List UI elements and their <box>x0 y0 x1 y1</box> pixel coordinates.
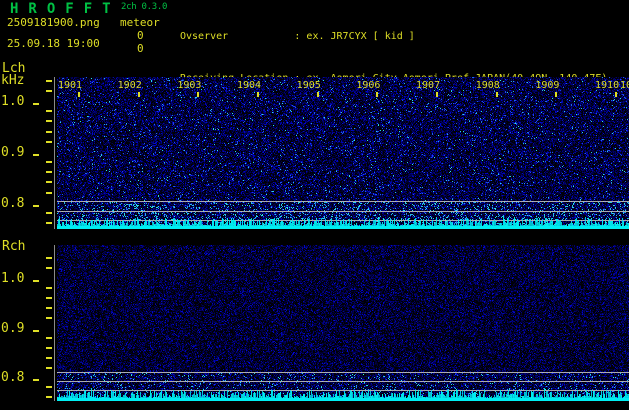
freq-minor-tick <box>46 367 52 369</box>
rch-axis-line <box>54 245 55 401</box>
freq-major-tick <box>33 330 39 332</box>
freq-minor-tick <box>46 357 52 359</box>
time-label: 1904 <box>237 80 262 91</box>
lch-spectrogram <box>57 77 629 229</box>
meteor-mode-label: meteor <box>120 16 160 29</box>
freq-minor-tick <box>46 267 52 269</box>
time-label: 1907 <box>416 80 441 91</box>
rch-spectrogram <box>57 245 629 401</box>
version-label: 2ch 0.3.0 <box>121 2 168 12</box>
freq-minor-tick <box>46 110 52 112</box>
freq-label: 0.8 <box>1 196 25 211</box>
time-label: 1901 <box>58 80 83 91</box>
time-tick <box>555 92 558 97</box>
freq-minor-tick <box>46 171 52 173</box>
freq-minor-tick <box>46 386 52 388</box>
info-line-observer: Ovserver : ex. JR7CYX [ kid ] <box>180 31 415 42</box>
time-tick <box>137 92 140 97</box>
freq-major-tick <box>33 103 39 105</box>
freq-label: 1.0 <box>1 271 25 286</box>
freq-minor-tick <box>46 307 52 309</box>
freq-minor-tick <box>46 396 52 398</box>
freq-minor-tick <box>46 120 52 122</box>
freq-minor-tick <box>46 80 52 82</box>
time-tick <box>436 92 439 97</box>
time-tick <box>257 92 259 97</box>
time-label: 1909 <box>535 80 560 91</box>
hrofft-output-image: HROFFT 2ch 0.3.0 2509181900.png meteor 0… <box>0 0 629 410</box>
freq-major-tick <box>33 154 39 156</box>
time-label: 1903 <box>177 80 202 91</box>
khz-unit-label: kHz <box>1 73 25 88</box>
freq-minor-tick <box>46 297 52 299</box>
time-tick <box>376 92 379 97</box>
freq-major-tick <box>33 379 39 381</box>
freq-minor-tick <box>46 141 52 143</box>
time-tick <box>316 92 319 97</box>
freq-minor-tick <box>46 317 52 319</box>
freq-minor-tick <box>46 212 52 214</box>
time-tick <box>495 92 498 97</box>
freq-minor-tick <box>46 192 52 194</box>
meteor-count-lch: 0 <box>137 29 144 42</box>
timestamp: 25.09.18 19:00 <box>7 37 100 50</box>
time-label-clipped: 10 <box>620 80 629 91</box>
time-label: 1902 <box>117 80 142 91</box>
freq-label: 0.9 <box>1 321 25 336</box>
time-label: 1905 <box>296 80 321 91</box>
freq-minor-tick <box>46 222 52 224</box>
freq-label: 0.8 <box>1 370 25 385</box>
app-title: HROFFT <box>10 1 121 17</box>
freq-minor-tick <box>46 181 52 183</box>
time-tick <box>615 92 618 97</box>
rch-panel-label: Rch <box>2 239 26 254</box>
freq-label: 1.0 <box>1 94 25 109</box>
freq-minor-tick <box>46 161 52 163</box>
time-label: 1908 <box>475 80 500 91</box>
freq-minor-tick <box>46 287 52 289</box>
time-tick <box>197 92 200 97</box>
freq-major-tick <box>33 205 39 207</box>
freq-minor-tick <box>46 347 52 349</box>
freq-major-tick <box>33 280 39 282</box>
time-tick <box>78 92 80 97</box>
freq-label: 0.9 <box>1 145 25 160</box>
time-label: 1910 <box>595 80 620 91</box>
output-filename: 2509181900.png <box>7 16 100 29</box>
lch-axis-line <box>54 77 55 229</box>
freq-minor-tick <box>46 131 52 133</box>
meteor-count-rch: 0 <box>137 42 144 55</box>
freq-minor-tick <box>46 90 52 92</box>
freq-minor-tick <box>46 337 52 339</box>
freq-minor-tick <box>46 257 52 259</box>
time-label: 1906 <box>356 80 381 91</box>
